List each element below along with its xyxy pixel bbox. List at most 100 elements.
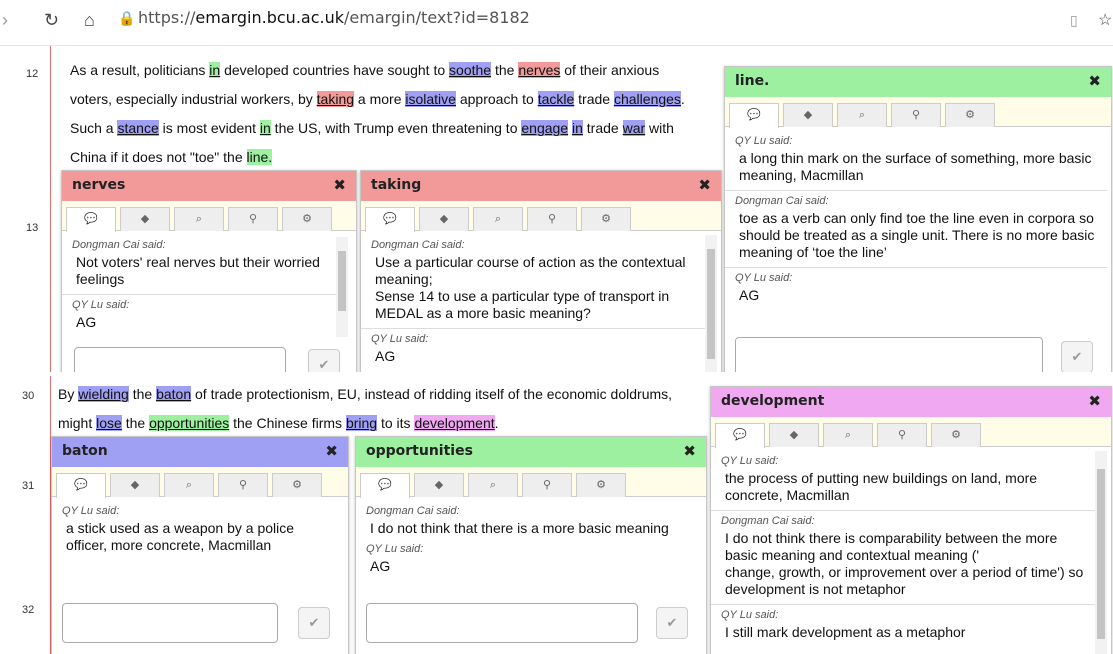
comment-text: toe as a verb can only find toe the line… [739,210,1095,260]
comment-icon[interactable]: 💬 [715,423,765,448]
annotated-word[interactable]: taking [316,91,355,107]
annotated-word[interactable]: lose [96,415,122,431]
line-number: 13 [26,222,39,234]
comment-author: Dongman Cai said: [72,239,166,251]
annotated-word[interactable]: stance [117,120,159,136]
link-icon[interactable]: ⚲ [527,207,577,231]
check-icon[interactable]: ✔ [656,607,688,639]
annotated-word[interactable]: baton [156,386,192,402]
link-icon[interactable]: ⚲ [891,103,941,127]
annotated-word[interactable]: nerves [518,62,561,78]
forward-icon[interactable]: › [2,10,8,31]
tag-icon[interactable]: ◆ [769,423,819,447]
search-icon[interactable]: ⌕ [164,473,214,497]
settings-icon[interactable]: ⚙ [576,473,626,497]
link-icon[interactable]: ⚲ [522,473,572,497]
settings-icon[interactable]: ⚙ [931,423,981,447]
card-tabs: 💬 ◆ ⌕ ⚲ ⚙ [711,417,1111,448]
reply-input[interactable] [74,347,286,372]
comment-text: I still mark development as a metaphor [725,624,966,640]
card-title: taking [371,177,422,193]
favorite-star-icon[interactable]: ☆ [1098,10,1112,30]
settings-icon[interactable]: ⚙ [581,207,631,231]
annotated-word[interactable]: engage [521,120,569,136]
link-icon[interactable]: ⚲ [218,473,268,497]
check-icon[interactable]: ✔ [298,607,330,639]
scrollbar[interactable] [336,237,348,337]
annotated-word[interactable]: soothe [449,62,492,78]
comment-author: QY Lu said: [721,455,779,467]
card-body: QY Lu said: a stick used as a weapon by … [52,497,348,597]
check-icon[interactable]: ✔ [308,349,340,372]
scrollbar-thumb[interactable] [707,249,715,359]
comment-icon[interactable]: 💬 [365,207,415,232]
search-icon[interactable]: ⌕ [468,473,518,497]
link-icon[interactable]: ⚲ [228,207,278,231]
tag-icon[interactable]: ◆ [783,103,833,127]
card-header: baton ✖ [52,437,348,467]
close-icon[interactable]: ✖ [325,442,338,460]
tag-icon[interactable]: ◆ [120,207,170,231]
search-icon[interactable]: ⌕ [174,207,224,231]
check-icon[interactable]: ✔ [1061,341,1093,372]
close-icon[interactable]: ✖ [1088,72,1101,90]
annotated-word[interactable]: wielding [78,386,129,402]
annotated-word[interactable]: challenges [613,91,681,107]
tag-icon[interactable]: ◆ [110,473,160,497]
address-bar[interactable]: https://emargin.bcu.ac.uk/emargin/text?i… [138,8,530,27]
annotated-word[interactable]: line. [246,149,273,165]
comment-author: QY Lu said: [72,299,130,311]
comment-text: Use a particular course of action as the… [375,254,686,287]
scrollbar-thumb[interactable] [338,251,346,311]
card-title: line. [735,73,770,89]
annotated-word[interactable]: in [259,120,271,136]
divider [711,510,1095,511]
settings-icon[interactable]: ⚙ [272,473,322,497]
annotated-word[interactable]: in [209,62,221,78]
card-header: nerves ✖ [62,171,356,201]
reply-input[interactable] [62,603,278,643]
link-icon[interactable]: ⚲ [877,423,927,447]
comment-icon[interactable]: 💬 [360,473,410,498]
comment-text: AG [370,558,391,574]
tag-icon[interactable]: ◆ [414,473,464,497]
reply-input[interactable] [735,337,1043,372]
settings-icon[interactable]: ⚙ [282,207,332,231]
comment-text: I do not think that there is a more basi… [370,520,669,536]
reply-input[interactable] [366,603,638,643]
home-icon[interactable]: ⌂ [84,10,95,31]
divider [361,328,705,329]
search-icon[interactable]: ⌕ [837,103,887,127]
scrollbar[interactable] [705,235,717,372]
comment-author: QY Lu said: [62,505,120,517]
paragraph: By wielding the baton of trade protectio… [58,386,673,431]
close-icon[interactable]: ✖ [698,176,711,194]
settings-icon[interactable]: ⚙ [945,103,995,127]
url-prefix: https:// [138,8,196,27]
comment-icon[interactable]: 💬 [66,207,116,232]
annotated-word[interactable]: isolative [405,91,456,107]
close-icon[interactable]: ✖ [1088,392,1101,410]
card-body: QY Lu said: a long thin mark on the surf… [725,127,1111,323]
scrollbar[interactable] [1095,451,1107,654]
annotated-word[interactable]: opportunities [149,415,230,431]
scrollbar-thumb[interactable] [1097,469,1105,639]
search-icon[interactable]: ⌕ [473,207,523,231]
divider [725,190,1107,191]
reading-view-icon[interactable]: ▯ [1070,12,1078,29]
tag-icon[interactable]: ◆ [419,207,469,231]
annotated-word[interactable]: in [571,120,583,136]
annotated-word[interactable]: development [414,415,495,431]
close-icon[interactable]: ✖ [683,442,696,460]
text-region-top: 12 13 As a result, politicians in develo… [0,46,1113,372]
refresh-icon[interactable]: ↻ [44,10,59,31]
annotated-word[interactable]: bring [345,415,378,431]
comment-icon[interactable]: 💬 [729,103,779,128]
browser-toolbar: › ↻ ⌂ 🔒 https://emargin.bcu.ac.uk/emargi… [0,0,1113,46]
annotated-word[interactable]: tackle [537,91,575,107]
search-icon[interactable]: ⌕ [823,423,873,447]
close-icon[interactable]: ✖ [333,176,346,194]
comment-icon[interactable]: 💬 [56,473,106,498]
annotated-word[interactable]: war [622,120,646,136]
comment-text: AG [739,287,760,303]
